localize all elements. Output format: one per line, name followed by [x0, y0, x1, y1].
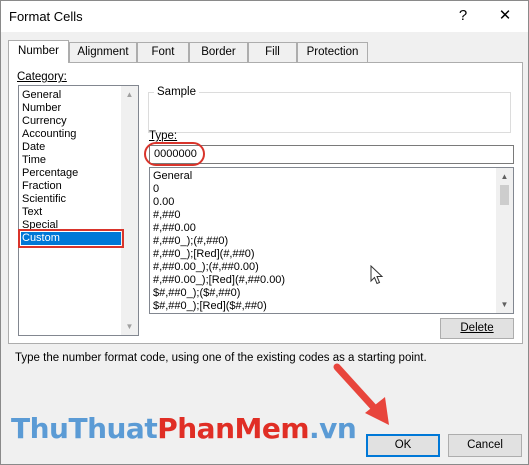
format-list[interactable]: General 0 0.00 #,##0 #,##0.00 #,##0_);(#…: [149, 167, 514, 314]
sample-groupbox: [148, 92, 511, 133]
scroll-up-icon[interactable]: ▲: [496, 168, 513, 185]
format-item[interactable]: 0.00: [152, 196, 174, 209]
format-item[interactable]: $#,##0_);($#,##0): [152, 287, 240, 300]
tab-number[interactable]: Number: [8, 40, 69, 63]
type-input[interactable]: 0000000: [149, 145, 514, 164]
watermark-logo: ThuThuatPhanMem.vn: [11, 412, 357, 445]
category-item-percentage[interactable]: Percentage: [21, 167, 78, 180]
category-item-currency[interactable]: Currency: [21, 115, 67, 128]
category-item-special[interactable]: Special: [21, 219, 58, 232]
format-item[interactable]: #,##0_);[Red](#,##0): [152, 248, 255, 261]
category-item-accounting[interactable]: Accounting: [21, 128, 76, 141]
mouse-cursor-icon: [370, 265, 384, 285]
format-item[interactable]: #,##0.00_);[Red](#,##0.00): [152, 274, 285, 287]
title-bar: Format Cells ? ✕: [1, 1, 528, 32]
dialog-title: Format Cells: [9, 9, 83, 24]
scroll-thumb[interactable]: [500, 185, 509, 205]
close-button[interactable]: ✕: [493, 5, 517, 27]
sample-label: Sample: [154, 86, 199, 98]
category-item-text[interactable]: Text: [21, 206, 42, 219]
ok-button[interactable]: OK: [366, 434, 440, 457]
category-item-number[interactable]: Number: [21, 102, 61, 115]
format-item[interactable]: #,##0.00_);(#,##0.00): [152, 261, 259, 274]
help-button[interactable]: ?: [451, 5, 475, 27]
format-item[interactable]: #,##0.00: [152, 222, 196, 235]
format-item[interactable]: $#,##0_);[Red]($#,##0): [152, 300, 267, 313]
category-item-time[interactable]: Time: [21, 154, 46, 167]
category-item-scientific[interactable]: Scientific: [21, 193, 66, 206]
number-tab-panel: Category: General Number Currency Accoun…: [8, 62, 523, 344]
category-label: Category:: [17, 71, 67, 83]
type-label: Type:: [149, 130, 178, 142]
category-item-general[interactable]: General: [21, 89, 61, 102]
tab-border[interactable]: Border: [189, 42, 248, 62]
tab-protection[interactable]: Protection: [297, 42, 368, 62]
tab-font[interactable]: Font: [137, 42, 189, 62]
format-item[interactable]: 0: [152, 183, 159, 196]
format-item[interactable]: #,##0: [152, 209, 181, 222]
format-item[interactable]: #,##0_);(#,##0): [152, 235, 228, 248]
scroll-up-icon[interactable]: ▲: [121, 86, 138, 103]
delete-button[interactable]: Delete: [440, 318, 514, 339]
category-item-date[interactable]: Date: [21, 141, 45, 154]
format-scrollbar[interactable]: ▲ ▼: [496, 168, 513, 313]
tab-fill[interactable]: Fill: [248, 42, 297, 62]
category-item-custom[interactable]: Custom: [21, 232, 121, 245]
scroll-down-icon[interactable]: ▼: [496, 296, 513, 313]
tab-strip: Number Alignment Font Border Fill Protec…: [8, 40, 523, 63]
format-item[interactable]: General: [152, 170, 192, 183]
tab-alignment[interactable]: Alignment: [69, 42, 137, 62]
format-cells-dialog: Format Cells ? ✕ Number Alignment Font B…: [0, 0, 529, 465]
category-scrollbar[interactable]: ▲ ▼: [121, 86, 138, 335]
cancel-button[interactable]: Cancel: [448, 434, 522, 457]
scroll-down-icon[interactable]: ▼: [121, 318, 138, 335]
category-list[interactable]: General Number Currency Accounting Date …: [18, 85, 139, 336]
category-item-fraction[interactable]: Fraction: [21, 180, 62, 193]
